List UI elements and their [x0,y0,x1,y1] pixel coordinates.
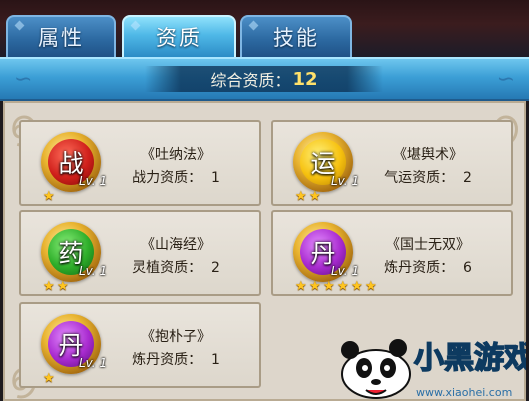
skill-aptitude: 灵植资质： 2 [132,260,220,276]
star-icon: ★ [323,279,335,294]
star-icon: ★ [351,279,363,294]
skill-aptitude: 炼丹资质： 6 [384,260,472,276]
skill-name: 《山海经》 [141,237,211,253]
skill-card-baopuzi[interactable]: 丹 Lv. 1 ★ 《抱朴子》 炼丹资质： 1 [19,302,261,388]
skill-aptitude: 战力资质： 1 [132,170,220,186]
skill-level: Lv. 1 [79,264,108,278]
star-icon: ★ [365,279,377,294]
tab-ornament [248,20,259,31]
star-icon: ★ [309,189,321,204]
tab-skills[interactable]: 技能 [240,15,352,57]
watermark-brand: 小黑游戏 [414,341,526,376]
star-icon: ★ [295,279,307,294]
tab-attributes[interactable]: 属性 [6,15,116,57]
star-rating: ★ [43,372,56,385]
skill-card-tuna[interactable]: 战 Lv. 1 ★ 《吐纳法》 战力资质： 1 [19,120,261,206]
panda-mascot-icon [341,339,411,399]
skill-level: Lv. 1 [331,264,360,278]
tab-ornament [130,20,141,31]
tab-ornament [14,20,25,31]
watermark-url: www.xiaohei.com [416,386,512,399]
skill-name: 《吐纳法》 [141,147,211,163]
cloud-ornament-icon: ∽ [14,67,33,92]
skill-name: 《堪舆术》 [393,147,463,163]
skill-aptitude: 炼丹资质： 1 [132,352,220,368]
total-aptitude-label: 综合资质： [210,71,291,90]
tab-label: 属性 [38,26,84,50]
skill-level: Lv. 1 [79,356,108,370]
skill-level: Lv. 1 [79,174,108,188]
tab-label: 资质 [156,26,202,50]
total-aptitude: 综合资质： 12 [145,66,383,92]
star-icon: ★ [295,189,307,204]
skill-card-shanhaijing[interactable]: 药 Lv. 1 ★ ★ 《山海经》 灵植资质： 2 [19,210,261,296]
tab-aptitude[interactable]: 资质 [122,15,236,57]
tab-label: 技能 [273,26,319,50]
skill-level: Lv. 1 [331,174,360,188]
total-aptitude-value: 12 [292,68,318,90]
star-icon: ★ [43,189,55,204]
skill-card-guoshiwushuang[interactable]: 丹 Lv. 1 ★ ★ ★ ★ ★ ★ 《国士无双》 炼丹资质： 6 [271,210,513,296]
star-icon: ★ [43,279,55,294]
star-rating: ★ ★ ★ ★ ★ ★ [295,280,378,293]
skill-name: 《抱朴子》 [141,329,211,345]
star-rating: ★ ★ [43,280,70,293]
star-rating: ★ ★ [295,190,322,203]
cloud-ornament-icon: ∽ [496,67,515,92]
skill-name: 《国士无双》 [386,237,470,253]
skill-card-kanyu[interactable]: 运 Lv. 1 ★ ★ 《堪舆术》 气运资质： 2 [271,120,513,206]
star-rating: ★ [43,190,56,203]
skill-aptitude: 气运资质： 2 [384,170,472,186]
watermark-logo: 小黑游戏 www.xiaohei.com [341,339,526,399]
star-icon: ★ [309,279,321,294]
star-icon: ★ [43,371,55,386]
star-icon: ★ [337,279,349,294]
star-icon: ★ [57,279,69,294]
